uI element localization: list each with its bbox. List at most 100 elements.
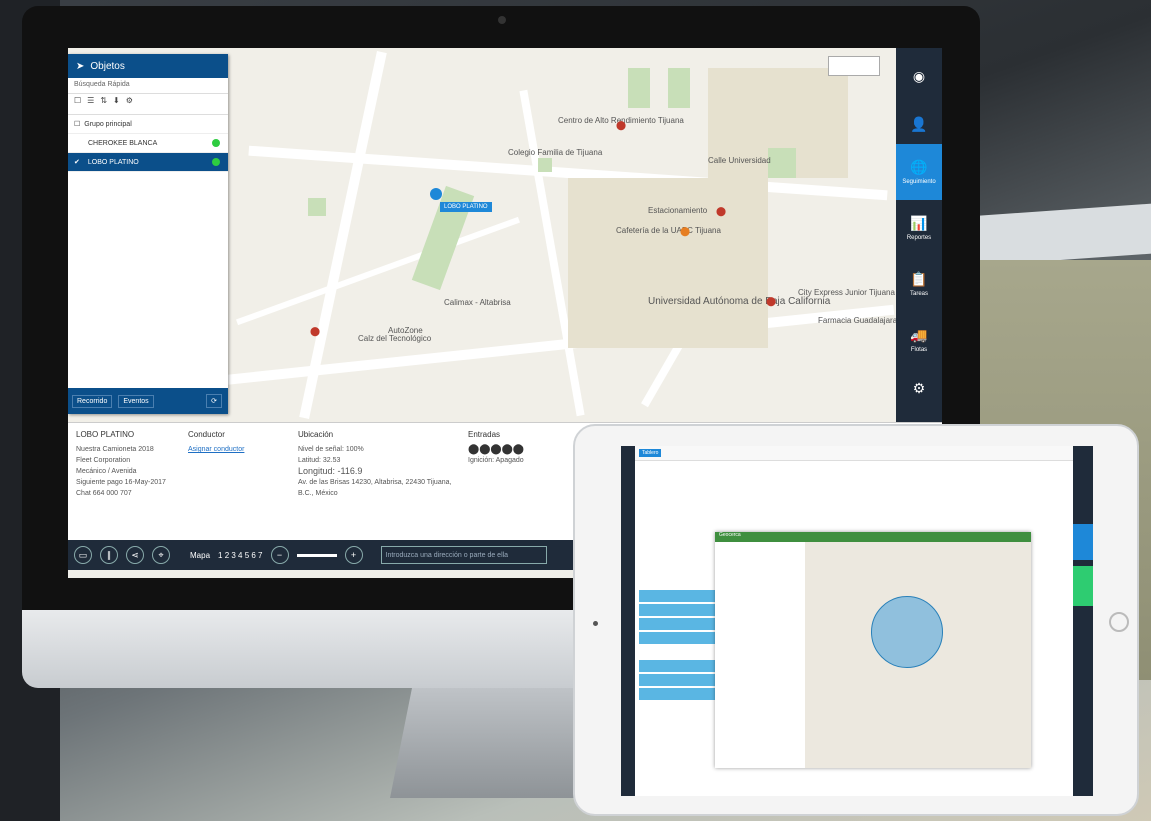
group-checkbox-icon[interactable]: ☐ (74, 120, 80, 128)
sidebar-item-label: Reportes (906, 235, 932, 241)
list-item[interactable] (639, 660, 715, 672)
sidebar-item-label: Seguimiento (902, 179, 936, 185)
tablet-sidebar-active[interactable] (1073, 524, 1093, 560)
sort-icon[interactable]: ⇅ (100, 96, 107, 112)
unit-line: Nuestra Camioneta 2018 (76, 446, 154, 453)
poi-pin-icon[interactable]: ⬤ (680, 226, 690, 237)
zoom-out-icon[interactable]: − (270, 546, 289, 564)
list-item[interactable] (639, 688, 715, 700)
location-line: Av. de las Brisas 14230, Altabrisa, 2243… (298, 479, 452, 497)
tablet-sidebar-green[interactable] (1073, 566, 1093, 606)
geofence-circle[interactable] (871, 596, 943, 668)
zoom-in-icon[interactable]: + (344, 546, 363, 564)
events-button[interactable]: Eventos (118, 394, 154, 408)
sidebar-item-label: Tareas (909, 291, 928, 297)
poi-pin-icon[interactable]: ⬤ (616, 120, 626, 131)
map-label: Colegio Familia de Tijuana (508, 148, 603, 157)
tablet-list (639, 506, 715, 786)
list-item[interactable] (639, 604, 715, 616)
location-line: Nivel de señal: 100% (298, 446, 364, 453)
tablet-home-button (1109, 612, 1129, 632)
unit-line: Chat 664 000 707 (76, 490, 132, 497)
tablet-map[interactable] (805, 542, 1031, 768)
geofence-modal: Geocerca (715, 532, 1031, 768)
status-online-icon (212, 158, 220, 166)
unit-line: Mecánico / Avenida (76, 468, 137, 475)
map-label: Cafetería de la UABC Tijuana (616, 226, 721, 235)
location-section: Ubicación Nivel de señal: 100% Latitud: … (298, 429, 458, 499)
object-item-label: CHEROKEE BLANCA (88, 139, 158, 147)
map-selector-label[interactable]: Mapa (190, 551, 210, 560)
sidebar-tools[interactable]: ⚙ (896, 368, 942, 408)
tablet-screen: Tablero Geocerca (621, 446, 1093, 796)
sidebar-item-tracking[interactable]: 🌐 Seguimiento (896, 144, 942, 200)
objects-panel-footer: Recorrido Eventos ⟳ (68, 388, 228, 414)
zoom-slider[interactable] (296, 553, 337, 557)
logo-icon: ◉ (912, 67, 926, 84)
location-line: Latitud: 32.53 (298, 457, 341, 464)
refresh-icon[interactable]: ⟳ (206, 394, 222, 408)
app-logo: ◉ (896, 48, 942, 104)
vehicle-marker[interactable]: LOBO PLATINO (430, 188, 492, 212)
filter-icon[interactable]: ⬇ (113, 96, 120, 112)
address-search-input[interactable]: Introduzca una dirección o parte de ella (380, 546, 547, 564)
assign-driver-link[interactable]: Asignar conductor (188, 444, 288, 455)
list-item[interactable] (639, 674, 715, 686)
right-sidebar: ◉ 👤 🌐 Seguimiento 📊 Reportes 📋 Tareas 🚚 … (896, 48, 942, 422)
layers-icon[interactable]: ▭ (74, 546, 92, 564)
map-pages[interactable]: 1 2 3 4 5 6 7 (218, 551, 262, 560)
tablet-tab[interactable]: Tablero (639, 449, 662, 457)
clipboard-icon: 📋 (910, 271, 928, 287)
vehicle-marker-label: LOBO PLATINO (440, 202, 492, 212)
sidebar-item-label: Flotas (910, 347, 928, 353)
object-item-selected[interactable]: ✔ LOBO PLATINO (68, 153, 228, 172)
list-item[interactable] (639, 590, 715, 602)
poi-pin-icon[interactable]: ⬤ (310, 326, 320, 337)
sidebar-item-reports[interactable]: 📊 Reportes (896, 200, 942, 256)
tablet-top-bar: Tablero (635, 446, 1073, 461)
poi-pin-icon[interactable]: ⬤ (766, 296, 776, 307)
list-icon[interactable]: ☰ (87, 96, 94, 112)
modal-header: Geocerca (715, 532, 1031, 542)
unit-line: Siguiente pago 16-May-2017 (76, 479, 166, 486)
map-label: City Express Junior Tijuana Otay Univ. (798, 288, 896, 297)
driver-section: Conductor Asignar conductor (188, 429, 288, 455)
background-road (960, 203, 1151, 267)
object-item[interactable]: CHEROKEE BLANCA (68, 134, 228, 153)
unit-details: LOBO PLATINO Nuestra Camioneta 2018 Flee… (76, 429, 176, 499)
truck-icon: 🚚 (910, 327, 928, 343)
poi-pin-icon[interactable]: ⬤ (716, 206, 726, 217)
map-label: Calz del Tecnológico (358, 334, 432, 343)
user-notifications[interactable]: 👤 (896, 104, 942, 144)
map-label: Farmacia Guadalajara (818, 316, 896, 325)
globe-icon: 🌐 (910, 159, 928, 175)
driver-title: Conductor (188, 430, 225, 439)
map-label: Estacionamiento (648, 206, 708, 215)
pause-icon[interactable]: ∥ (100, 546, 118, 564)
route-button[interactable]: Recorrido (72, 394, 113, 408)
map-label: Calle Universidad (708, 156, 771, 165)
location-pin-icon[interactable]: ⌖ (152, 546, 170, 564)
checkbox-icon[interactable]: ☐ (74, 96, 81, 112)
sidebar-item-tasks[interactable]: 📋 Tareas (896, 256, 942, 312)
list-item[interactable] (639, 632, 715, 644)
objects-toolbar: ☐ ☰ ⇅ ⬇ ⚙ (68, 94, 228, 115)
map-label: Calimax - Altabrisa (444, 298, 511, 307)
tablet-left-bar (621, 446, 635, 796)
tablet-right-bar (1073, 446, 1093, 796)
list-item[interactable] (639, 618, 715, 630)
report-icon: 📊 (910, 215, 928, 231)
tools-icon[interactable]: ⚙ (913, 380, 926, 397)
ignition-status: Ignición: Apagado (468, 457, 524, 464)
group-label: Grupo principal (84, 120, 132, 128)
object-item-label: LOBO PLATINO (87, 158, 139, 166)
sidebar-item-fleets[interactable]: 🚚 Flotas (896, 312, 942, 368)
inputs-title: Entradas (468, 430, 501, 439)
unit-line: Fleet Corporation (76, 457, 131, 464)
user-icon[interactable]: 👤 (910, 116, 927, 133)
share-icon[interactable]: ⋖ (126, 546, 144, 564)
group-row[interactable]: ☐ Grupo principal (68, 115, 228, 134)
tablet-camera (593, 621, 598, 626)
settings-icon[interactable]: ⚙ (126, 96, 133, 112)
quick-search-input[interactable]: Búsqueda Rápida (68, 78, 228, 94)
